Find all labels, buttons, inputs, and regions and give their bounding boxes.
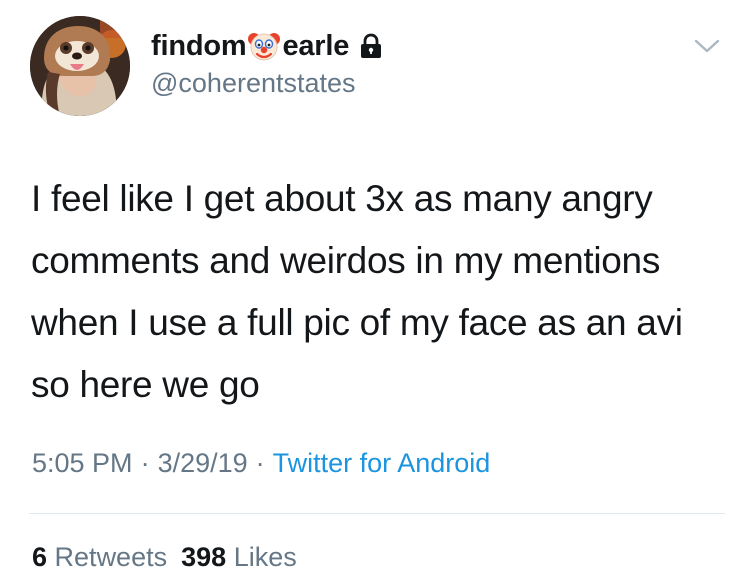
clown-face-icon: [248, 33, 281, 61]
tweet-detail: findom earle @coherentstates I feel like…: [0, 0, 750, 586]
tweet-source-link[interactable]: Twitter for Android: [273, 448, 491, 478]
engagement-stats: 6 Retweets 398 Likes: [32, 540, 297, 574]
tweet-date[interactable]: 3/29/19: [158, 448, 248, 478]
tweet-metadata: 5:05 PM · 3/29/19 · Twitter for Android: [32, 446, 490, 480]
chevron-down-icon[interactable]: [693, 36, 721, 56]
retweets-count: 6: [32, 542, 48, 572]
divider: [29, 513, 725, 514]
likes-count: 398: [181, 542, 227, 572]
separator: ·: [255, 448, 265, 478]
user-handle[interactable]: @coherentstates: [151, 67, 356, 99]
display-name[interactable]: findom earle: [151, 28, 383, 64]
likes-label: Likes: [233, 542, 297, 572]
avatar-image: [30, 16, 130, 116]
display-name-prefix: findom: [151, 30, 247, 62]
likes-stat[interactable]: 398 Likes: [181, 542, 297, 572]
tweet-text: I feel like I get about 3x as many angry…: [31, 178, 683, 405]
display-name-suffix: earle: [282, 30, 350, 62]
retweets-label: Retweets: [54, 542, 168, 572]
tweet-time[interactable]: 5:05 PM: [32, 448, 133, 478]
separator: ·: [140, 448, 150, 478]
retweets-stat[interactable]: 6 Retweets: [32, 542, 167, 572]
avatar[interactable]: [30, 16, 130, 116]
lock-icon: [361, 33, 382, 58]
